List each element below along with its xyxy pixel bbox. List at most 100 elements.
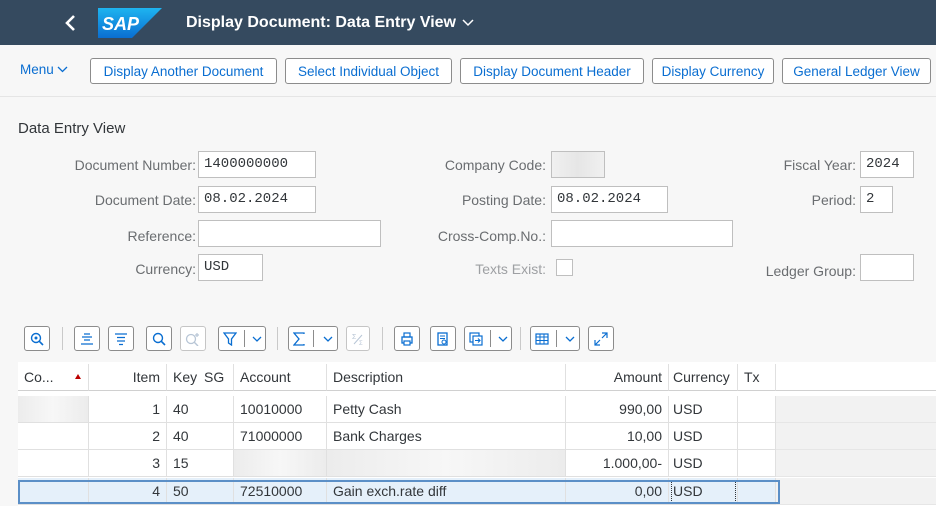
- texts-exist-checkbox[interactable]: [556, 259, 573, 276]
- align-center-button[interactable]: [74, 326, 100, 351]
- currency-label: Currency:: [135, 261, 196, 277]
- find-icon: [152, 332, 166, 346]
- cell-amount: 0,00: [566, 478, 669, 505]
- table-empty-area: [776, 364, 936, 391]
- cell-currency: USD: [669, 396, 738, 423]
- texts-exist-label: Texts Exist:: [475, 261, 546, 277]
- table-header: Co... Item Key SG Account Description Am…: [18, 364, 936, 391]
- chevron-down-icon: [252, 336, 261, 342]
- cell-tx: [738, 450, 776, 477]
- cross-comp-label: Cross-Comp.No.:: [437, 228, 546, 244]
- cell-co: [18, 450, 89, 477]
- find-next-button[interactable]: [180, 326, 206, 351]
- period-field[interactable]: 2: [860, 186, 893, 213]
- table-row-selected[interactable]: 4 50 72510000 Gain exch.rate diff 0,00 U…: [18, 478, 936, 505]
- cell-currency-focused[interactable]: USD: [669, 478, 738, 505]
- table-empty-area: [776, 423, 936, 450]
- sum-button[interactable]: [288, 326, 338, 351]
- ledger-group-field[interactable]: [860, 254, 914, 281]
- cell-key: 40: [167, 396, 198, 423]
- section-title: Data Entry View: [18, 120, 126, 137]
- cell-sg: [198, 423, 234, 450]
- cell-tx: [738, 478, 776, 505]
- posting-date-field[interactable]: 08.02.2024: [551, 186, 668, 213]
- cell-co: [18, 478, 89, 505]
- period-label: Period:: [811, 192, 856, 208]
- table-row[interactable]: 3 15 1.000,00- USD: [18, 450, 936, 477]
- column-header-amount[interactable]: Amount: [566, 364, 669, 391]
- fiscal-year-label: Fiscal Year:: [783, 157, 856, 173]
- cell-currency: USD: [669, 450, 738, 477]
- cell-item: 4: [89, 478, 167, 505]
- display-another-document-button[interactable]: Display Another Document: [90, 58, 277, 84]
- sap-logo: SAP: [98, 7, 162, 38]
- column-header-currency[interactable]: Currency: [669, 364, 738, 391]
- document-date-field[interactable]: 08.02.2024: [198, 186, 316, 213]
- chevron-down-icon: [57, 66, 68, 73]
- cell-description: Petty Cash: [327, 396, 566, 423]
- fiscal-year-field[interactable]: 2024: [860, 151, 914, 178]
- find-button[interactable]: [146, 326, 172, 351]
- column-header-tx[interactable]: Tx: [738, 364, 776, 391]
- general-ledger-view-button[interactable]: General Ledger View: [782, 58, 931, 84]
- column-header-item[interactable]: Item: [89, 364, 167, 391]
- company-code-label: Company Code:: [444, 157, 546, 173]
- details-button[interactable]: [24, 326, 50, 351]
- align-justify-button[interactable]: [108, 326, 134, 351]
- reference-field[interactable]: [198, 220, 381, 247]
- cell-currency: USD: [669, 423, 738, 450]
- print-preview-icon: [437, 331, 448, 346]
- cell-co: [18, 396, 89, 423]
- cell-sg: [198, 450, 234, 477]
- cell-description: [327, 450, 566, 477]
- chevron-down-icon: [565, 336, 575, 342]
- layout-icon: [535, 332, 549, 345]
- column-header-sg[interactable]: SG: [198, 364, 234, 391]
- print-button[interactable]: [394, 326, 420, 351]
- line-items-table: Co... Item Key SG Account Description Am…: [18, 362, 936, 506]
- filter-button[interactable]: [218, 326, 266, 351]
- cell-item: 2: [89, 423, 167, 450]
- print-preview-button[interactable]: [430, 326, 456, 351]
- display-currency-button[interactable]: Display Currency: [652, 58, 774, 84]
- posting-date-label: Posting Date:: [461, 192, 546, 208]
- cell-account: [234, 450, 327, 477]
- cell-account: 71000000: [234, 423, 327, 450]
- cell-co: [18, 423, 89, 450]
- chevron-left-icon: [65, 14, 75, 31]
- cell-description: Gain exch.rate diff: [327, 478, 566, 505]
- table-row[interactable]: 1 40 10010000 Petty Cash 990,00 USD: [18, 396, 936, 423]
- shell-bar: SAP Display Document: Data Entry View: [0, 0, 936, 45]
- back-button[interactable]: [56, 8, 86, 38]
- column-header-account[interactable]: Account: [234, 364, 327, 391]
- company-code-field[interactable]: [551, 151, 605, 178]
- column-header-description[interactable]: Description: [327, 364, 566, 391]
- page-title-text: Display Document: Data Entry View: [186, 13, 456, 31]
- cell-amount: 990,00: [566, 396, 669, 423]
- page-title[interactable]: Display Document: Data Entry View: [186, 14, 474, 32]
- document-date-label: Document Date:: [94, 192, 196, 208]
- column-header-key[interactable]: Key: [167, 364, 198, 391]
- cell-key: 50: [167, 478, 198, 505]
- toolbar-separator: [277, 327, 278, 350]
- cell-account: 10010000: [234, 396, 327, 423]
- export-button[interactable]: [464, 326, 512, 351]
- menu-button[interactable]: Menu: [20, 62, 68, 77]
- chevron-down-icon: [498, 336, 507, 342]
- display-document-header-button[interactable]: Display Document Header: [460, 58, 644, 84]
- subtotal-button[interactable]: ΣΣ: [346, 326, 370, 351]
- toolbar-separator: [62, 327, 63, 350]
- cross-comp-field[interactable]: [551, 220, 733, 247]
- document-number-field[interactable]: 1400000000: [198, 151, 316, 178]
- layout-button[interactable]: [530, 326, 580, 351]
- currency-field[interactable]: USD: [198, 254, 263, 281]
- select-individual-object-button[interactable]: Select Individual Object: [285, 58, 452, 84]
- table-empty-area: [776, 478, 936, 505]
- cell-description: Bank Charges: [327, 423, 566, 450]
- svg-text:Σ: Σ: [352, 334, 357, 341]
- table-row[interactable]: 2 40 71000000 Bank Charges 10,00 USD: [18, 423, 936, 450]
- maximize-button[interactable]: [588, 326, 614, 351]
- document-number-label: Document Number:: [74, 157, 196, 173]
- align-center-icon: [81, 332, 93, 345]
- column-header-co[interactable]: Co...: [18, 364, 89, 391]
